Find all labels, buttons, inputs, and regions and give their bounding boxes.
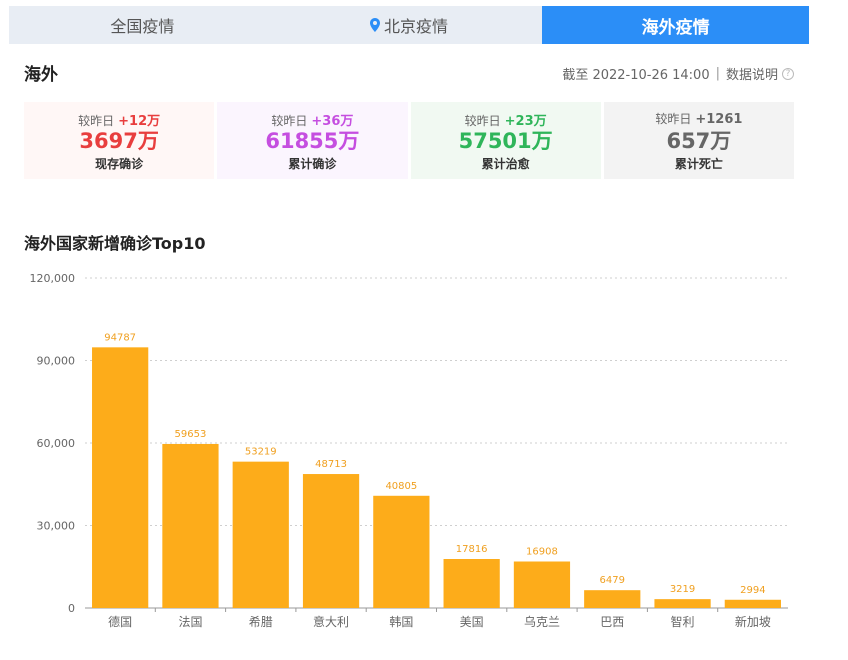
bar	[92, 347, 149, 608]
x-category-label: 德国	[108, 614, 132, 629]
y-tick-label: 60,000	[37, 437, 76, 450]
bar-value-label: 48713	[315, 459, 347, 470]
tab-beijing[interactable]: 北京疫情	[275, 6, 543, 44]
bar	[302, 474, 360, 608]
bar	[232, 461, 289, 608]
stat-label: 累计确诊	[288, 156, 337, 171]
bar	[513, 561, 571, 608]
bar-value-label: 16908	[526, 547, 558, 558]
stat-value: 3697万	[79, 128, 159, 153]
stat-cards: 较昨日 +12万 3697万 现存确诊 较昨日 +36万 61855万 累计确诊 较…	[24, 102, 794, 179]
top10-bar-chart: 0 30,000 60,000 90,000 120,000 94787 德国 59653 法国…	[30, 272, 788, 629]
bar	[162, 443, 219, 608]
deadline-text: 截至 2022-10-26 14:00	[562, 68, 710, 83]
x-category-label: 巴西	[600, 615, 624, 629]
stat-delta: 较昨日 +23万	[464, 113, 547, 129]
question-icon[interactable]: ?	[782, 67, 794, 80]
data-explain-link[interactable]: 数据说明	[726, 64, 778, 83]
stat-delta: 较昨日 +36万	[271, 113, 354, 129]
bar-value-label: 59653	[175, 429, 207, 440]
tab-national[interactable]: 全国疫情	[9, 6, 276, 44]
tab-overseas-label: 海外疫情	[641, 17, 710, 38]
stat-value: 657万	[666, 128, 732, 153]
bar	[724, 599, 781, 608]
x-category-label: 智利	[671, 614, 695, 629]
stat-label: 累计治愈	[481, 156, 530, 171]
overseas-epidemic-page: 全国疫情 北京疫情 海外疫情 海外 截至 2022-10-26 14:00 | …	[0, 0, 848, 660]
stat-delta: 较昨日 +1261	[655, 111, 743, 127]
divider: |	[715, 66, 720, 81]
stat-value: 61855万	[265, 128, 360, 153]
stat-card-deaths: 较昨日 +1261 657万 累计死亡	[603, 102, 794, 179]
location-pin-icon	[370, 18, 380, 32]
stat-card-total-confirmed: 较昨日 +36万 61855万 累计确诊	[217, 102, 408, 179]
bar	[584, 590, 641, 608]
bar-value-label: 17816	[456, 544, 488, 555]
bar-value-label: 2994	[740, 585, 765, 596]
x-category-label: 希腊	[249, 614, 273, 629]
stat-label: 累计死亡	[674, 156, 723, 171]
bar	[373, 495, 430, 608]
section-title: 海外	[24, 65, 58, 85]
bar-value-label: 94787	[104, 332, 136, 343]
x-category-label: 意大利	[313, 614, 349, 629]
y-tick-label: 0	[68, 602, 75, 615]
stat-value: 57501万	[458, 128, 553, 153]
bar	[443, 559, 500, 608]
stat-card-current: 较昨日 +12万 3697万 现存确诊	[24, 102, 215, 179]
bar-value-label: 40805	[385, 481, 417, 492]
y-tick-label: 30,000	[37, 520, 76, 533]
bar	[654, 599, 711, 608]
bar-value-label: 53219	[245, 447, 277, 458]
stat-delta: 较昨日 +12万	[78, 113, 161, 129]
x-category-label: 法国	[178, 615, 202, 629]
y-tick-label: 90,000	[37, 355, 76, 368]
chart-title: 海外国家新增确诊Top10	[24, 234, 206, 253]
deadline-info: 截至 2022-10-26 14:00 | 数据说明 ?	[562, 64, 794, 83]
tab-national-label: 全国疫情	[110, 17, 175, 36]
x-category-label: 乌克兰	[524, 614, 560, 629]
bar-value-label: 3219	[670, 584, 695, 595]
x-category-label: 美国	[460, 615, 484, 629]
stat-card-cured: 较昨日 +23万 57501万 累计治愈	[410, 102, 601, 179]
y-tick-label: 120,000	[30, 272, 76, 285]
x-category-label: 韩国	[389, 614, 413, 629]
tab-beijing-label: 北京疫情	[384, 17, 449, 36]
stat-label: 现存确诊	[95, 156, 144, 171]
tab-overseas[interactable]: 海外疫情	[542, 6, 810, 44]
x-category-label: 新加坡	[735, 614, 771, 629]
region-tabs: 全国疫情 北京疫情 海外疫情	[9, 6, 810, 44]
bar-value-label: 6479	[600, 575, 625, 586]
